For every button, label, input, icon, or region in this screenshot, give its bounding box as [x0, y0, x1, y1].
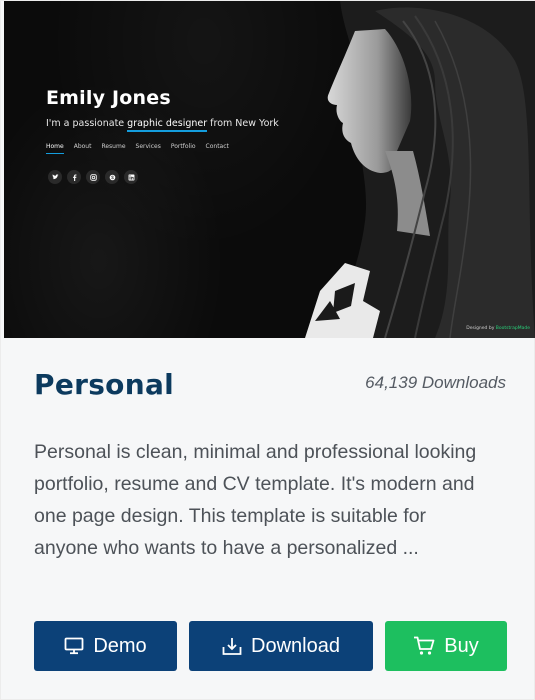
- tagline-after: from New York: [207, 118, 279, 129]
- demo-button-label: Demo: [93, 634, 147, 657]
- credit-prefix: Designed by: [466, 326, 496, 331]
- instagram-icon: [86, 170, 100, 184]
- buy-button[interactable]: Buy: [385, 621, 507, 671]
- cart-icon: [413, 636, 435, 656]
- hero-name: Emily Jones: [46, 87, 171, 109]
- preview-nav-portfolio: Portfolio: [170, 143, 196, 150]
- template-description: Personal is clean, minimal and professio…: [34, 441, 477, 559]
- hero-tagline: I'm a passionate graphic designer from N…: [46, 118, 279, 132]
- download-icon: [222, 637, 242, 656]
- facebook-icon: [67, 170, 81, 184]
- preview-nav: Home About Resume Services Portfolio Con…: [46, 143, 229, 154]
- preview-social-links: [48, 170, 138, 184]
- twitter-icon: [48, 170, 62, 184]
- buy-button-label: Buy: [444, 634, 479, 657]
- credit-brand: BootstrapMade: [495, 326, 530, 331]
- skype-icon: [105, 170, 119, 184]
- preview-nav-resume: Resume: [101, 143, 126, 150]
- template-preview-image[interactable]: Emily Jones I'm a passionate graphic des…: [4, 1, 535, 338]
- tagline-highlight: graphic designer: [127, 118, 208, 132]
- template-title[interactable]: Personal: [34, 368, 174, 401]
- preview-nav-home: Home: [46, 143, 64, 154]
- linkedin-icon: [124, 170, 138, 184]
- preview-nav-contact: Contact: [205, 143, 229, 150]
- demo-button[interactable]: Demo: [34, 621, 177, 671]
- download-button[interactable]: Download: [189, 621, 373, 671]
- preview-nav-services: Services: [135, 143, 161, 150]
- preview-nav-about: About: [73, 143, 92, 150]
- download-button-label: Download: [251, 634, 340, 657]
- tagline-before: I'm a passionate: [46, 118, 128, 129]
- template-card: Emily Jones I'm a passionate graphic des…: [0, 0, 535, 700]
- monitor-icon: [64, 637, 84, 655]
- designer-credit: Designed by BootstrapMade: [466, 326, 530, 331]
- portrait-photo: [305, 1, 535, 338]
- download-count: 64,139 Downloads: [365, 373, 506, 392]
